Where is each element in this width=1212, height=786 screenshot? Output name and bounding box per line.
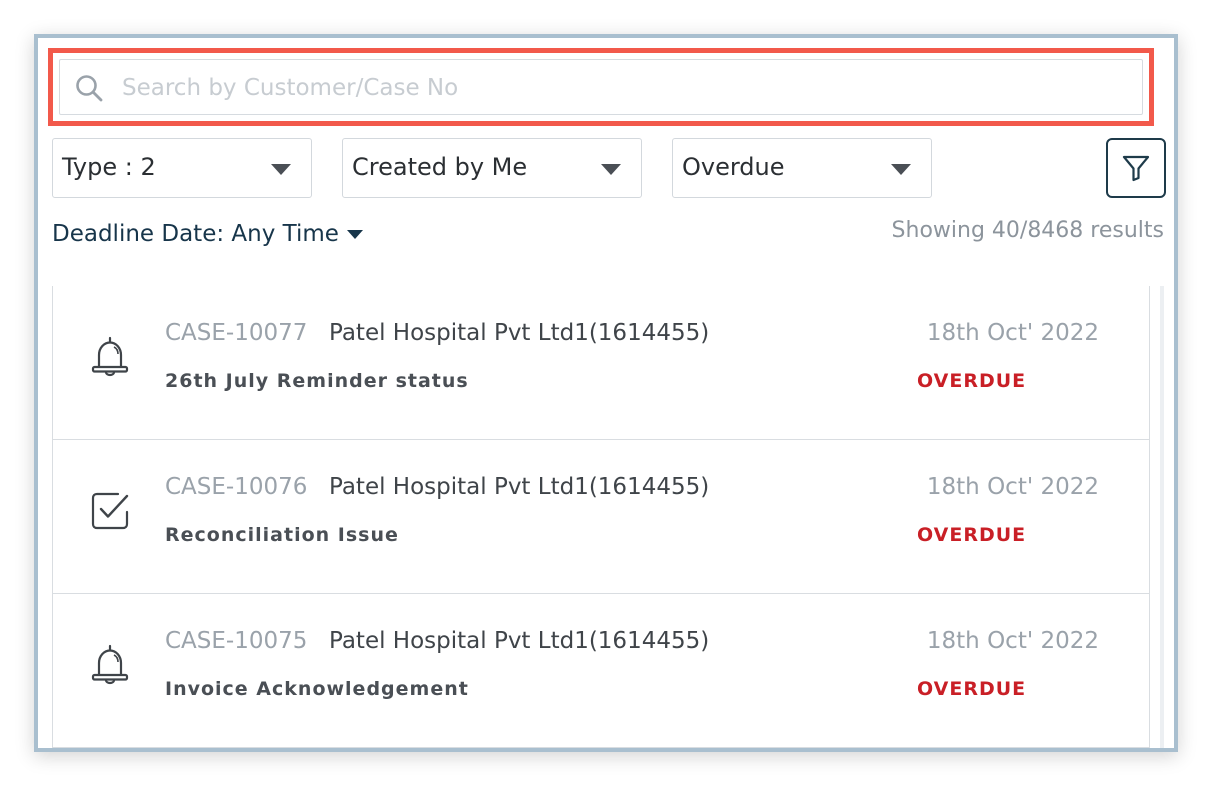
caret-down-icon — [346, 230, 363, 239]
case-number: CASE-10077 — [165, 320, 308, 346]
scrollbar[interactable] — [1160, 286, 1164, 748]
list-item[interactable]: CASE-10077 Patel Hospital Pvt Ltd1(16144… — [53, 286, 1149, 440]
customer-name: Patel Hospital Pvt Ltd1(1614455) — [329, 474, 710, 500]
case-list: CASE-10077 Patel Hospital Pvt Ltd1(16144… — [52, 286, 1150, 748]
status-badge: OVERDUE — [917, 678, 1027, 700]
deadline-date-filter[interactable]: Deadline Date: Any Time — [52, 221, 363, 247]
funnel-icon — [1122, 155, 1150, 182]
list-item[interactable]: CASE-10075 Patel Hospital Pvt Ltd1(16144… — [53, 594, 1149, 748]
bell-icon — [91, 336, 129, 377]
case-list-panel: Type : 2 Created by Me Overdue Deadline … — [34, 34, 1178, 752]
deadline-date-label: Deadline Date: Any Time — [52, 221, 339, 247]
customer-name: Patel Hospital Pvt Ltd1(1614455) — [329, 628, 710, 654]
created-by-dropdown-label: Created by Me — [352, 153, 528, 181]
caret-down-icon — [891, 164, 911, 175]
caret-down-icon — [271, 164, 291, 175]
case-subject: Invoice Acknowledgement — [165, 678, 469, 700]
search-box[interactable] — [59, 59, 1143, 115]
bell-icon — [91, 644, 129, 685]
search-input[interactable] — [122, 66, 1122, 110]
list-item[interactable]: CASE-10076 Patel Hospital Pvt Ltd1(16144… — [53, 440, 1149, 594]
search-icon — [76, 75, 103, 102]
deadline-date: 18th Oct' 2022 — [926, 474, 1099, 500]
task-check-icon — [91, 492, 129, 530]
status-badge: OVERDUE — [917, 524, 1027, 546]
filter-button[interactable] — [1106, 138, 1166, 198]
type-dropdown-label: Type : 2 — [62, 153, 156, 181]
created-by-dropdown[interactable]: Created by Me — [342, 138, 642, 198]
case-subject: 26th July Reminder status — [165, 370, 469, 392]
caret-down-icon — [601, 164, 621, 175]
customer-name: Patel Hospital Pvt Ltd1(1614455) — [329, 320, 710, 346]
results-count: Showing 40/8468 results — [891, 218, 1164, 243]
status-badge: OVERDUE — [917, 370, 1027, 392]
status-dropdown[interactable]: Overdue — [672, 138, 932, 198]
case-subject: Reconciliation Issue — [165, 524, 399, 546]
case-number: CASE-10076 — [165, 474, 308, 500]
search-highlight — [48, 48, 1154, 126]
status-dropdown-label: Overdue — [682, 153, 785, 181]
case-number: CASE-10075 — [165, 628, 308, 654]
deadline-date: 18th Oct' 2022 — [926, 320, 1099, 346]
deadline-date: 18th Oct' 2022 — [926, 628, 1099, 654]
type-dropdown[interactable]: Type : 2 — [52, 138, 312, 198]
